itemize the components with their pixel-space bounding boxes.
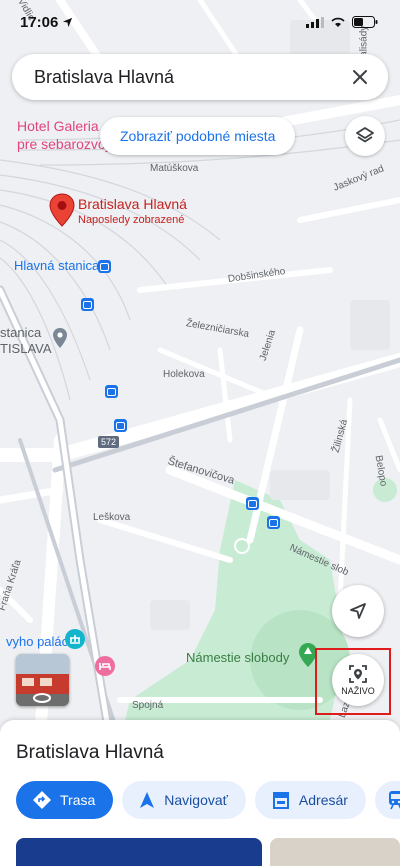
place-pin-icon[interactable] <box>52 327 68 349</box>
landmark-icon[interactable] <box>65 629 85 649</box>
cellular-signal-icon <box>306 16 324 28</box>
place-bottom-sheet[interactable]: Bratislava Hlavná Trasa Navigovať Adresá… <box>0 720 400 866</box>
battery-icon <box>352 16 378 28</box>
map-view[interactable]: 17:06 Bratislava Hlavná Hotel Galeria pr… <box>0 0 400 740</box>
tram-stop-icon[interactable] <box>114 419 127 432</box>
navigation-icon <box>140 792 155 808</box>
wifi-icon <box>331 17 345 27</box>
place-title: Bratislava Hlavná <box>16 742 164 763</box>
search-query[interactable]: Bratislava Hlavná <box>34 67 348 88</box>
station-label[interactable]: Hlavná stanica <box>14 258 99 273</box>
street-label: Spojná <box>132 700 164 711</box>
status-time-text: 17:06 <box>20 13 59 31</box>
tram-stop-icon[interactable] <box>105 385 118 398</box>
search-bar[interactable]: Bratislava Hlavná <box>12 54 388 100</box>
train-icon <box>388 791 400 810</box>
location-arrow-icon <box>63 17 73 27</box>
directions-button[interactable]: Trasa <box>16 781 114 819</box>
train-station-icon[interactable] <box>98 260 111 273</box>
bus-stop-icon[interactable] <box>246 497 259 510</box>
similar-places-button[interactable]: Zobraziť podobné miesta <box>100 117 296 155</box>
location-pin-icon[interactable] <box>49 193 75 227</box>
status-time: 17:06 <box>20 14 73 31</box>
transit-button[interactable] <box>374 781 400 819</box>
hotel-icon[interactable] <box>95 656 115 676</box>
photo-thumbnail[interactable] <box>16 838 263 866</box>
directory-button[interactable]: Adresár <box>254 781 366 819</box>
street-label: Holekova <box>163 369 205 380</box>
layers-button[interactable] <box>345 116 385 156</box>
palace-label[interactable]: vyho palác <box>6 634 68 649</box>
tram-stop-icon[interactable] <box>81 298 94 311</box>
pin-title[interactable]: Bratislava Hlavná <box>78 196 187 212</box>
street-label: Matúškova <box>150 163 199 174</box>
bus-stop-icon[interactable] <box>267 516 280 529</box>
navigate-label: Navigovať <box>164 792 228 808</box>
hotel-label[interactable]: Hotel Galeria pre sebarozvoj <box>17 117 109 153</box>
park-label[interactable]: Námestie slobody <box>186 650 289 665</box>
photo-thumbnail[interactable] <box>270 838 400 866</box>
navigation-arrow-button[interactable] <box>332 585 384 637</box>
directory-label: Adresár <box>298 792 348 808</box>
hotel-label-line2: pre sebarozvoj <box>17 136 109 152</box>
station2-line2: TISLAVA <box>0 341 52 356</box>
road-number-badge: 572 <box>98 436 120 448</box>
directions-icon <box>33 791 51 809</box>
navigation-arrow-icon <box>350 603 366 619</box>
storefront-icon <box>272 792 289 809</box>
hotel-label-line1: Hotel Galeria <box>17 118 99 134</box>
street-label: Leškova <box>93 512 131 523</box>
layers-icon <box>356 127 374 143</box>
street-view-thumbnail[interactable] <box>16 654 69 706</box>
pin-subtitle: Naposledy zobrazené <box>78 214 185 226</box>
close-icon[interactable] <box>348 65 372 89</box>
directions-label: Trasa <box>60 792 96 808</box>
system-icons <box>306 16 378 28</box>
status-bar: 17:06 <box>0 0 400 44</box>
live-view-highlight <box>315 648 391 715</box>
photo-strip[interactable] <box>16 838 400 866</box>
navigate-button[interactable]: Navigovať <box>122 781 246 819</box>
station-label-secondary[interactable]: stanica TISLAVA <box>0 325 52 357</box>
station2-line1: stanica <box>0 325 42 340</box>
action-chips: Trasa Navigovať Adresár <box>16 781 400 819</box>
